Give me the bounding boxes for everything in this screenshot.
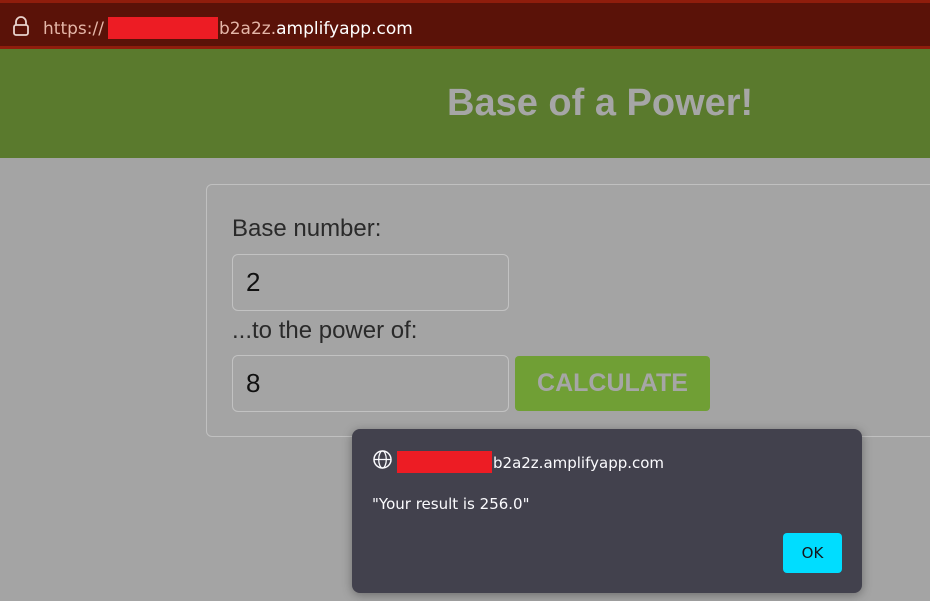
url-host-suffix: b2a2z.: [218, 19, 277, 39]
calculate-button[interactable]: CALCULATE: [515, 356, 710, 411]
dialog-origin-text: b2a2z.amplifyapp.com: [493, 454, 665, 472]
lock-icon[interactable]: [11, 15, 31, 37]
url-scheme: https://: [43, 19, 104, 39]
redacted-block: [107, 17, 218, 39]
page-title: Base of a Power!: [447, 82, 754, 124]
power-input[interactable]: [232, 355, 509, 412]
dialog-origin: b2a2z.amplifyapp.com: [397, 451, 664, 473]
power-label: ...to the power of:: [232, 317, 418, 344]
alert-dialog: b2a2z.amplifyapp.com "Your result is 256…: [352, 429, 862, 593]
page-header: Base of a Power!: [0, 49, 930, 158]
redacted-block: [397, 451, 492, 473]
globe-icon: [372, 449, 393, 470]
calculator-card: Base number: ...to the power of: CALCULA…: [206, 184, 930, 437]
base-number-label: Base number:: [232, 215, 382, 242]
url-text[interactable]: https:// b2a2z.amplifyapp.com: [43, 17, 413, 39]
base-number-input[interactable]: [232, 254, 509, 311]
dialog-message: "Your result is 256.0": [372, 495, 530, 513]
ok-button[interactable]: OK: [783, 533, 842, 573]
browser-url-bar[interactable]: https:// b2a2z.amplifyapp.com: [0, 0, 930, 49]
url-domain: amplifyapp.com: [276, 19, 413, 39]
